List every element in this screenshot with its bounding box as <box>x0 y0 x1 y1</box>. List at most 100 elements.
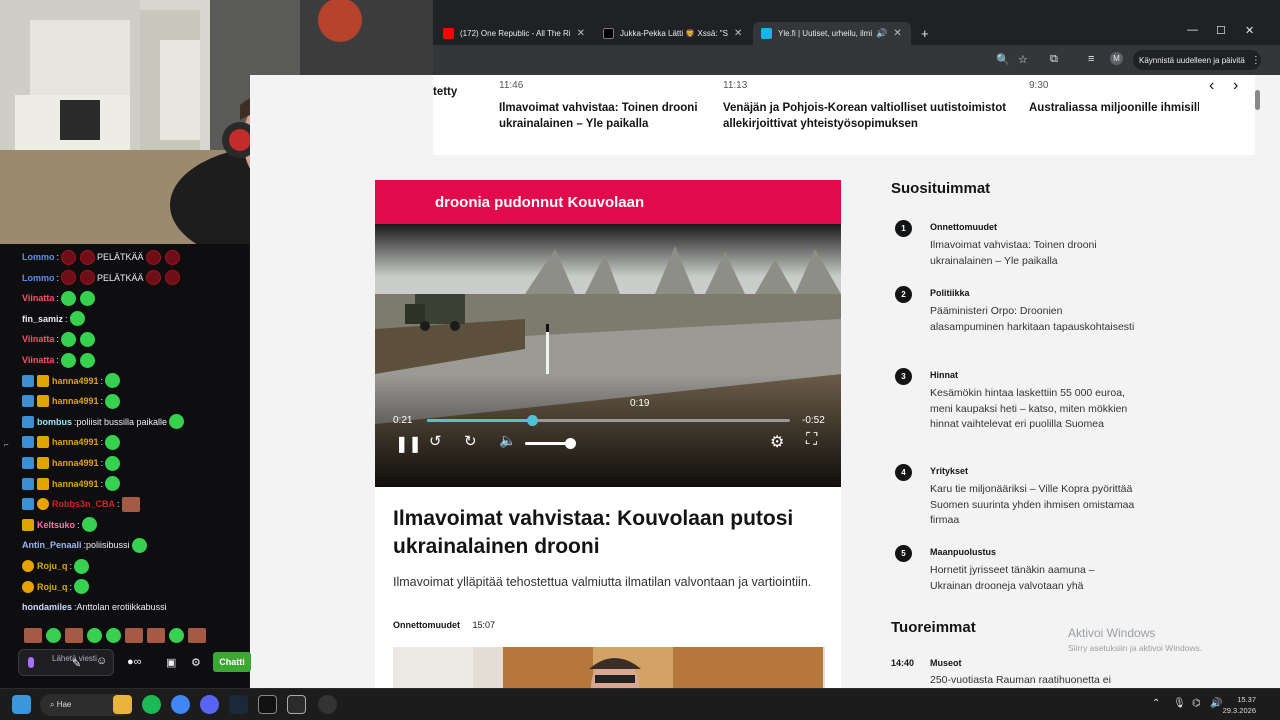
chat-username[interactable]: hanna4991 <box>52 376 99 386</box>
emote-icon <box>145 249 161 265</box>
fullscreen-icon[interactable]: ⛶ <box>806 431 817 449</box>
steam-icon[interactable] <box>229 695 248 714</box>
audio-icon[interactable]: 🔊 <box>876 28 887 39</box>
chat-username[interactable]: Antin_Penaali <box>22 540 82 550</box>
emote-icon <box>61 270 77 286</box>
chat-username[interactable]: Viinatta <box>22 355 54 365</box>
chrome-icon[interactable] <box>171 695 190 714</box>
close-tab-icon[interactable]: ✕ <box>734 28 742 39</box>
speaker-icon[interactable]: 🔊 <box>1210 698 1222 709</box>
popular-rank: 1 <box>895 220 912 237</box>
article-category[interactable]: Onnettomuudet <box>393 620 460 630</box>
ticker-item[interactable]: tetty <box>433 75 473 100</box>
ticker-prev-icon[interactable]: ‹ <box>1209 77 1214 95</box>
chat-username[interactable]: hondamiles <box>22 602 72 612</box>
popular-item[interactable]: 4 Yritykset Karu tie miljonääriksi – Vil… <box>891 464 1151 526</box>
chat-username[interactable]: hanna4991 <box>52 396 99 406</box>
chat-username[interactable]: Lommo <box>22 252 55 262</box>
remaining-time: -0:52 <box>802 415 825 426</box>
prime-badge-icon <box>22 457 34 469</box>
mic-tray-icon[interactable]: 🎙 <box>1173 698 1186 709</box>
emote-icon <box>145 270 161 286</box>
volume-slider[interactable] <box>525 438 576 449</box>
video-banner: droonia pudonnut Kouvolaan <box>375 180 841 224</box>
rl-app-icon[interactable] <box>287 695 306 714</box>
popular-category: Maanpuolustus <box>930 547 997 557</box>
more-menu-icon[interactable]: ⋮ <box>1251 55 1261 66</box>
profile-avatar[interactable]: M <box>1110 52 1123 65</box>
volume-handle[interactable] <box>565 438 576 449</box>
chat-settings-gear-icon[interactable]: ⚙ <box>191 656 201 669</box>
maximize-icon[interactable]: ☐ <box>1216 24 1226 37</box>
taskbar-clock[interactable]: 15.37 29.3.2026 <box>1223 694 1256 716</box>
chat-username[interactable]: Viinatta <box>22 293 54 303</box>
tray-chevron-icon[interactable]: ⌃ <box>1152 698 1160 709</box>
file-explorer-icon[interactable] <box>113 695 132 714</box>
chat-colon: : <box>69 581 73 592</box>
obs-icon[interactable] <box>318 695 337 714</box>
article-title[interactable]: Ilmavoimat vahvistaa: Kouvolaan putosi u… <box>393 505 823 561</box>
seek-bar[interactable] <box>427 415 790 426</box>
chat-username[interactable]: fin_samiz <box>22 314 63 324</box>
volume-icon[interactable]: 🔈 <box>499 432 516 449</box>
chat-username[interactable]: Roju_q <box>37 561 68 571</box>
popular-item[interactable]: 1 Onnettomuudet Ilmavoimat vahvistaa: To… <box>891 220 1151 280</box>
emote-icon <box>80 270 96 286</box>
emote-icon <box>164 270 180 286</box>
chat-username[interactable]: hanna4991 <box>52 458 99 468</box>
media-control-icon[interactable]: ≡ <box>1088 53 1094 65</box>
bits-icon[interactable]: ✎ <box>72 657 81 670</box>
new-tab-button[interactable]: + <box>913 22 933 45</box>
close-window-icon[interactable]: ✕ <box>1245 24 1254 37</box>
popular-heading: Suosituimmat <box>891 180 991 197</box>
chat-username[interactable]: bombus <box>37 417 72 427</box>
windows-start-icon[interactable] <box>12 695 31 714</box>
microphone-icon[interactable] <box>28 657 34 668</box>
chat-input[interactable]: Lähetä viesti ☺ <box>18 649 114 676</box>
ticker-item[interactable]: 11:46 Ilmavoimat vahvistaa: Toinen droon… <box>499 75 704 132</box>
tab-yle[interactable]: Yle.fi | Uutiset, urheilu, ilmi 🔊 ✕ <box>753 22 911 45</box>
close-tab-icon[interactable]: ✕ <box>577 28 585 39</box>
ticker-next-icon[interactable]: › <box>1233 77 1238 95</box>
pause-icon[interactable]: ❚❚ <box>395 434 422 454</box>
spotify-icon[interactable] <box>142 695 161 714</box>
chat-send-button[interactable]: Chatti <box>213 652 251 672</box>
chat-username[interactable]: hanna4991 <box>52 437 99 447</box>
restart-update-button[interactable]: Käynnistä uudelleen ja päivitä ⋮ <box>1133 50 1261 70</box>
popular-item[interactable]: 2 Politiikka Pääministeri Orpo: Droonien… <box>891 286 1151 346</box>
popular-item[interactable]: 3 Hinnat Kesämökin hintaa laskettiin 55 … <box>891 368 1151 448</box>
article-image[interactable] <box>393 647 825 688</box>
page-scrollbar[interactable] <box>1255 90 1260 110</box>
network-icon[interactable]: ⌬ <box>1192 698 1201 709</box>
emote-icon <box>125 627 143 643</box>
extensions-icon[interactable]: ⧉ <box>1050 53 1058 66</box>
emote-picker-icon[interactable]: ☺ <box>96 655 107 667</box>
close-tab-icon[interactable]: ✕ <box>893 28 901 39</box>
chat-username[interactable]: Keltsuko <box>37 520 75 530</box>
discord-icon[interactable] <box>200 695 219 714</box>
crown-badge-icon <box>37 436 49 449</box>
store-icon[interactable]: ▣ <box>166 656 176 669</box>
tab-x[interactable]: Jukka-Pekka Lätti 🦁 Xssä: "S ✕ <box>595 22 753 45</box>
video-player[interactable]: 0:19 0:21 -0:52 ❚❚ ↺ ↻ 🔈 ⚙ ⛶ <box>375 224 841 487</box>
forward-10-icon[interactable]: ↻ <box>464 432 477 450</box>
popular-item[interactable]: 5 Maanpuolustus Hornetit jyrisseet tänäk… <box>891 545 1151 595</box>
stream-chat: Lommo: PELÄTKÄÄ Lommo: PELÄTKÄÄ Viinatta: … <box>0 244 251 688</box>
bookmark-star-icon[interactable]: ☆ <box>1018 53 1028 66</box>
chat-username[interactable]: hanna4991 <box>52 479 99 489</box>
chat-username[interactable]: Robbs3n_CBA <box>52 499 115 509</box>
chat-username[interactable]: Viinatta <box>22 334 54 344</box>
ticker-item[interactable]: 9:30 Australiassa miljoonille ihmisille … <box>1029 75 1199 116</box>
chat-username[interactable]: Lommo <box>22 273 55 283</box>
emote-icon <box>24 627 42 643</box>
zoom-icon[interactable]: 🔍 <box>996 53 1010 66</box>
ticker-item[interactable]: 11:13 Venäjän ja Pohjois-Korean valtioll… <box>723 75 1008 132</box>
x-app-icon[interactable] <box>258 695 277 714</box>
chat-username[interactable]: Roju_q <box>37 582 68 592</box>
minimize-icon[interactable]: — <box>1187 24 1198 36</box>
latest-title[interactable]: 250-vuotiasta Rauman raatihuonetta ei <box>930 674 1111 686</box>
rewind-10-icon[interactable]: ↺ <box>429 432 442 450</box>
channel-points-icon[interactable]: ●∞ <box>127 656 142 668</box>
settings-gear-icon[interactable]: ⚙ <box>770 432 784 452</box>
tab-youtube[interactable]: (172) One Republic - All The Ri ✕ <box>435 22 593 45</box>
